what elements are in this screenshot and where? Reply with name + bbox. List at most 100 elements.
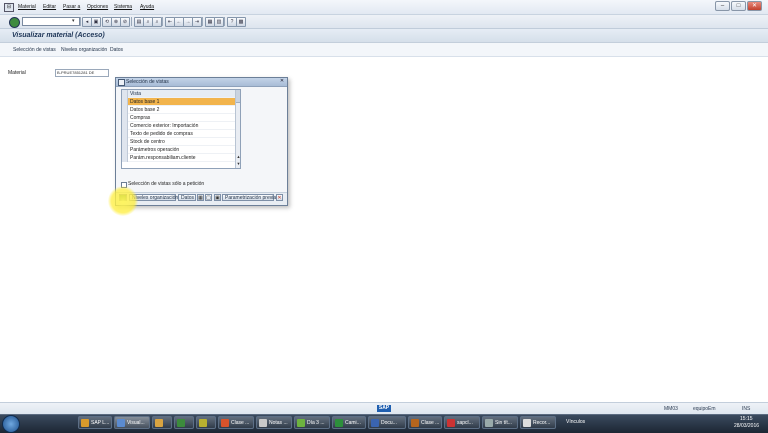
taskbar-item[interactable]: Docu...: [368, 416, 406, 429]
layout-settings-icon[interactable]: ▩: [236, 17, 246, 27]
taskbar-item[interactable]: [174, 416, 194, 429]
list-scrollbar[interactable]: ▲ ▼: [235, 90, 240, 168]
close-icon[interactable]: ✕: [747, 1, 762, 11]
view-selection-dialog: Selección de vistas ✕ Vista Datos base 1…: [115, 77, 288, 206]
row-selector[interactable]: [122, 98, 128, 106]
list-item[interactable]: Parám.responsabiliam.cliente: [122, 154, 235, 162]
data-button[interactable]: Datos: [110, 47, 123, 53]
list-header: Vista: [122, 90, 235, 98]
list-item[interactable]: Parámetros operación: [122, 146, 235, 154]
shortcut-icon[interactable]: ▥: [214, 17, 224, 27]
taskbar-item-label: Cami...: [345, 420, 361, 426]
app-icon: [411, 419, 419, 427]
menu-editar[interactable]: Editar: [43, 4, 56, 10]
status-mode: INS: [742, 406, 751, 412]
taskbar-item[interactable]: [196, 416, 216, 429]
app-icon: [297, 419, 305, 427]
app-icon: [523, 419, 531, 427]
scroll-down-icon[interactable]: ▼: [236, 161, 240, 166]
list-item[interactable]: Stock de centro: [122, 138, 235, 146]
list-item[interactable]: Datos base 1: [122, 98, 235, 106]
menu-material[interactable]: Material: [18, 4, 36, 10]
maximize-icon[interactable]: □: [731, 1, 746, 11]
taskbar-item-label: sapcl...: [457, 420, 473, 426]
list-item-label: Comercio exterior: Importación: [130, 123, 199, 129]
cancel-icon[interactable]: ⊘: [120, 17, 130, 27]
list-item[interactable]: Texto de pedido de compras: [122, 130, 235, 138]
data-dialog-button[interactable]: Datos: [178, 194, 196, 201]
menu-pasar-a[interactable]: Pasar a: [63, 4, 80, 10]
toolbar-separator: [224, 17, 225, 26]
save-default-icon[interactable]: ▣: [214, 194, 221, 201]
status-transaction[interactable]: MM03: [664, 406, 678, 412]
taskbar-item[interactable]: Clase ...: [218, 416, 254, 429]
taskbar-item[interactable]: [152, 416, 172, 429]
menu-bar: ⊟ Material Editar Pasar a Opciones Siste…: [0, 0, 768, 15]
start-button[interactable]: [2, 415, 20, 433]
standard-toolbar: ▾ ◂ ▣ ⟲ ⊗ ⊘ ▤ ⌕ ⌕ ⇤ ← → ⇥ ▦ ▥ ? ▩: [0, 15, 768, 29]
taskbar-item-label: Clase ...: [231, 420, 250, 426]
find-next-icon[interactable]: ⌕: [152, 17, 162, 27]
row-selector[interactable]: [122, 146, 128, 154]
row-selector[interactable]: [122, 154, 128, 162]
default-params-button[interactable]: Parametrización previa: [222, 194, 276, 201]
menu-opciones[interactable]: Opciones: [87, 4, 108, 10]
row-selector[interactable]: [122, 106, 128, 114]
taskbar-item[interactable]: Clase ...: [408, 416, 442, 429]
taskbar-item[interactable]: Día 3 ...: [294, 416, 330, 429]
deselect-all-icon[interactable]: ▢: [205, 194, 212, 201]
taskbar-item[interactable]: Notas ...: [256, 416, 292, 429]
scroll-thumb[interactable]: [236, 90, 240, 103]
menu-ayuda[interactable]: Ayuda: [140, 4, 154, 10]
enter-icon[interactable]: [9, 17, 20, 28]
chevron-down-icon[interactable]: ▾: [72, 18, 75, 24]
cursor-highlight: [108, 186, 138, 216]
select-all-icon[interactable]: ▦: [197, 194, 204, 201]
org-levels-button[interactable]: Niveles organización: [61, 47, 107, 53]
list-item[interactable]: Comercio exterior: Importación: [122, 122, 235, 130]
window-controls: – □ ✕: [715, 1, 762, 11]
list-item-label: Parámetros operación: [130, 147, 180, 153]
row-selector[interactable]: [122, 138, 128, 146]
tray-links[interactable]: Vínculos: [566, 419, 585, 425]
select-views-button[interactable]: Selección de vistas: [13, 47, 56, 53]
sap-window-icon[interactable]: ⊟: [4, 3, 14, 12]
taskbar-item[interactable]: SAP L...: [78, 416, 112, 429]
last-page-icon[interactable]: ⇥: [192, 17, 202, 27]
toolbar-separator: [202, 17, 203, 26]
row-selector[interactable]: [122, 114, 128, 122]
tray-date: 28/03/2016: [734, 423, 760, 429]
cancel-icon[interactable]: ✕: [276, 194, 283, 201]
taskbar-item[interactable]: Cami...: [332, 416, 366, 429]
app-icon: [199, 419, 207, 427]
row-selector[interactable]: [122, 130, 128, 138]
sap-logo: SAP: [377, 405, 391, 412]
taskbar-item-label: Sin tít...: [495, 420, 512, 426]
taskbar-item-label: Recor...: [533, 420, 551, 426]
taskbar-item[interactable]: sapcl...: [444, 416, 480, 429]
row-selector[interactable]: [122, 122, 128, 130]
scroll-up-icon[interactable]: ▲: [236, 154, 240, 159]
minimize-icon[interactable]: –: [715, 1, 730, 11]
material-label: Material: [8, 70, 26, 76]
list-item-label: Datos base 2: [130, 107, 160, 113]
page-title: Visualizar material (Acceso): [12, 32, 105, 39]
list-item[interactable]: Datos base 2: [122, 106, 235, 114]
select-all-cell[interactable]: [122, 90, 128, 98]
save-icon[interactable]: ▣: [91, 17, 101, 27]
taskbar-item-label: Visual...: [127, 420, 145, 426]
app-icon: [221, 419, 229, 427]
app-icon: [117, 419, 125, 427]
material-input[interactable]: B-PRUE7851281 DE: [55, 69, 109, 77]
taskbar-item-label: Clase ...: [421, 420, 440, 426]
taskbar-item[interactable]: Sin tít...: [482, 416, 518, 429]
app-icon: [259, 419, 267, 427]
toolbar-separator: [162, 17, 163, 26]
taskbar-item[interactable]: Visual...: [114, 416, 150, 429]
taskbar-item[interactable]: Recor...: [520, 416, 556, 429]
menu-sistema[interactable]: Sistema: [114, 4, 132, 10]
dialog-title: Selección de vistas: [126, 79, 169, 85]
list-item-label: Datos base 1: [130, 99, 160, 105]
close-icon[interactable]: ✕: [279, 79, 285, 84]
list-item[interactable]: Compras: [122, 114, 235, 122]
